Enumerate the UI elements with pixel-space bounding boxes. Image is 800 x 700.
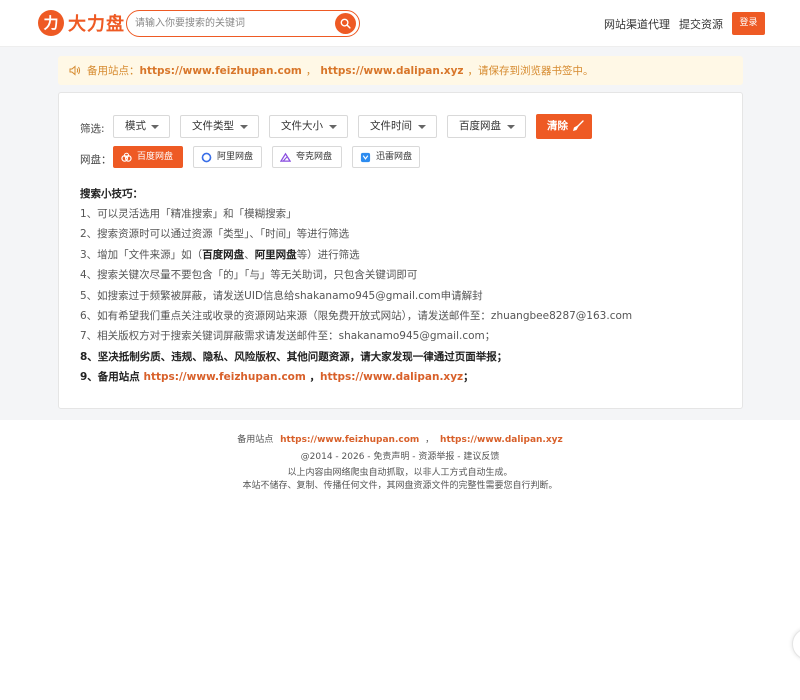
tip-item: 5、如搜索过于频繁被屏蔽，请发送UID信息给shakanamo945@gmail… (80, 289, 483, 302)
pan-quark-label: 夸克网盘 (296, 152, 333, 162)
tip3-text-d: 等）进行筛选 (296, 248, 360, 261)
page-footer: 备用站点 https://www.feizhupan.com ， https:/… (0, 420, 800, 700)
pan-baidu-button[interactable]: 百度网盘 (113, 146, 183, 168)
footer-separator: ， (425, 435, 435, 445)
tip-item: 7、相关版权方对于搜索关键词屏蔽需求请发送邮件至：shakanamo945@gm… (80, 330, 496, 343)
logo-mark-icon: 力 (38, 10, 64, 36)
search-box (126, 10, 360, 37)
filter-filetime-dropdown[interactable]: 文件时间 (358, 115, 437, 138)
backup-site-notice: 备用站点： https://www.feizhupan.com ， https:… (58, 56, 743, 85)
tip-item: 8、坚决抵制劣质、违规、隐私、风险版权、其他问题资源，请大家发现一律通过页面举报… (80, 350, 508, 363)
chevron-down-icon (151, 125, 159, 129)
baidu-pan-icon (121, 152, 132, 162)
tip-item: 2、搜索资源时可以通过资源「类型」、「时间」等进行筛选 (80, 228, 350, 241)
filter-mode-dropdown[interactable]: 模式 (113, 115, 170, 138)
footer-backup-prefix: 备用站点 (237, 435, 274, 445)
tip-item: 6、如有希望我们重点关注或收录的资源网站来源（限免费开放式网站），请发送邮件至：… (80, 309, 633, 322)
pan-xunlei-button[interactable]: 迅雷网盘 (352, 146, 420, 168)
search-tips-card: 筛选: 模式 文件类型 文件大小 文件时间 百度网盘 清除 网盘： 百度网盘 阿… (58, 92, 743, 409)
tip3-text-a: 3、增加「文件来源」如（ (80, 248, 203, 261)
tip-item: 1、可以灵活选用「精准搜索」和「模糊搜索」 (80, 208, 297, 220)
filter-filesize-dropdown[interactable]: 文件大小 (269, 115, 348, 138)
pan-xunlei-label: 迅雷网盘 (376, 152, 413, 162)
footer-crawler-note: 以上内容由网络爬虫自动抓取，以非人工方式自动生成。 (287, 468, 513, 478)
site-logo[interactable]: 力 大力盘 (38, 10, 125, 36)
pan-baidu-label: 百度网盘 (137, 152, 174, 162)
nav-submit-resource[interactable]: 提交资源 (679, 16, 723, 32)
pan-label: 网盘： (80, 154, 112, 166)
filter-mode-label: 模式 (125, 120, 146, 132)
tip9-text-a: 9、备用站点 (80, 371, 144, 384)
tip9-separator: ， (305, 371, 320, 384)
footer-link-feizhupan[interactable]: https://www.feizhupan.com (280, 435, 419, 445)
tip-item: 4、搜索关键次尽量不要包含「的」「与」等无关助词，只包含关键词即可 (80, 269, 418, 282)
tips-title: 搜索小技巧： (80, 188, 143, 200)
tip3-baidu: 百度网盘 (202, 248, 245, 261)
nav-channel-agent[interactable]: 网站渠道代理 (604, 16, 670, 32)
tip-item: 3、增加「文件来源」如（百度网盘、阿里网盘等）进行筛选 (80, 248, 632, 268)
broom-icon (573, 120, 584, 131)
clear-label: 清除 (547, 120, 568, 132)
filter-label: 筛选: (80, 123, 105, 135)
filter-filetime-label: 文件时间 (370, 120, 412, 132)
notice-suffix: ，请保存到浏览器书签中。 (467, 65, 594, 77)
notice-separator: ， (305, 65, 317, 77)
filter-filetype-label: 文件类型 (192, 120, 234, 132)
tip3-text-c: 、 (244, 248, 255, 261)
speaker-icon (69, 65, 81, 76)
chevron-down-icon (329, 125, 337, 129)
filter-filesize-label: 文件大小 (281, 120, 323, 132)
footer-links[interactable]: @2014 - 2026 - 免责声明 - 资源举报 - 建议反馈 (0, 449, 800, 462)
pan-aliyun-label: 阿里网盘 (217, 152, 254, 162)
search-input[interactable] (135, 15, 331, 32)
tips-list: 1、可以灵活选用「精准搜索」和「模糊搜索」 2、搜索资源时可以通过资源「类型」、… (80, 207, 632, 391)
filter-filetype-dropdown[interactable]: 文件类型 (180, 115, 259, 138)
aliyun-pan-icon (201, 152, 212, 162)
tip3-aliyun: 阿里网盘 (254, 248, 297, 261)
quark-pan-icon (280, 152, 291, 162)
login-button[interactable]: 登录 (732, 12, 765, 35)
footer-backup-line: 备用站点 https://www.feizhupan.com ， https:/… (0, 432, 800, 445)
pan-aliyun-button[interactable]: 阿里网盘 (193, 146, 262, 168)
chevron-down-icon (507, 125, 515, 129)
notice-prefix: 备用站点： (87, 65, 140, 77)
search-icon (340, 18, 351, 29)
notice-link-dalipan[interactable]: https://www.dalipan.xyz (320, 65, 463, 77)
logo-text: 大力盘 (68, 14, 125, 35)
tip9-link-feizhupan[interactable]: https://www.feizhupan.com (143, 371, 305, 383)
notice-link-feizhupan[interactable]: https://www.feizhupan.com (140, 65, 302, 77)
clear-filters-button[interactable]: 清除 (536, 114, 592, 139)
filter-pan-dropdown[interactable]: 百度网盘 (447, 115, 526, 138)
tip-item: 9、备用站点 https://www.feizhupan.com ，https:… (80, 370, 632, 390)
chevron-down-icon (240, 125, 248, 129)
search-button[interactable] (335, 13, 356, 34)
pan-quark-button[interactable]: 夸克网盘 (272, 146, 342, 168)
top-header: 力 大力盘 网站渠道代理 提交资源 登录 (0, 0, 800, 47)
tip9-link-dalipan[interactable]: https://www.dalipan.xyz (320, 371, 463, 383)
footer-link-dalipan[interactable]: https://www.dalipan.xyz (440, 435, 563, 445)
footer-disclaimer: 本站不储存、复制、传播任何文件，其网盘资源文件的完整性需要您自行判断。 (242, 481, 558, 491)
tip9-end: ； (463, 371, 474, 384)
xunlei-pan-icon (360, 152, 371, 162)
chevron-down-icon (418, 125, 426, 129)
filter-pan-label: 百度网盘 (459, 120, 501, 132)
